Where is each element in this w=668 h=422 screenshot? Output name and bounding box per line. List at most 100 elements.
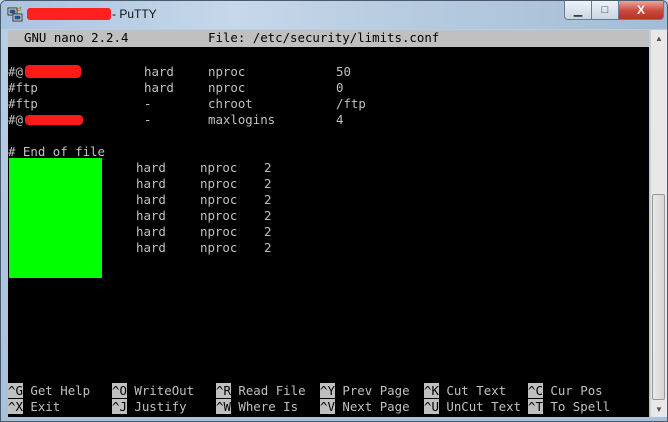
minimize-icon: ▁ bbox=[573, 4, 583, 17]
line-domain: #@ bbox=[8, 112, 23, 127]
entry-value: 2 bbox=[264, 192, 272, 207]
entry-type: hard bbox=[136, 176, 166, 191]
config-line: #@ hard nproc 50 bbox=[8, 64, 649, 80]
line-item: chroot bbox=[208, 96, 253, 111]
entry-line: hard nproc 2 bbox=[8, 240, 649, 256]
shortcut-key: ^K bbox=[424, 383, 439, 398]
minimize-button[interactable]: ▁ bbox=[564, 1, 592, 20]
shortcut-prev-page[interactable]: ^Y Prev Page bbox=[320, 383, 410, 399]
terminal-area[interactable]: GNU nano 2.2.4 File: /etc/security/limit… bbox=[8, 30, 649, 417]
shortcut-to-spell[interactable]: ^T To Spell bbox=[528, 399, 610, 415]
entry-value: 2 bbox=[264, 208, 272, 223]
putty-icon[interactable] bbox=[7, 6, 23, 22]
arrow-up-icon[interactable]: ▲ bbox=[651, 30, 667, 46]
line-value: 50 bbox=[336, 64, 351, 79]
nano-header: GNU nano 2.2.4 File: /etc/security/limit… bbox=[8, 30, 649, 47]
vertical-scrollbar[interactable]: ▲ ▼ bbox=[650, 30, 667, 417]
shortcut-uncut-text[interactable]: ^U UnCut Text bbox=[424, 399, 521, 415]
shortcut-label: WriteOut bbox=[134, 383, 195, 398]
shortcut-get-help[interactable]: ^G Get Help bbox=[8, 383, 90, 399]
shortcut-key: ^X bbox=[8, 399, 23, 414]
shortcut-label: Prev Page bbox=[342, 383, 410, 398]
shortcut-cut-text[interactable]: ^K Cut Text bbox=[424, 383, 506, 399]
nano-version: GNU nano 2.2.4 bbox=[24, 30, 129, 45]
shortcut-read-file[interactable]: ^R Read File bbox=[216, 383, 306, 399]
config-line: #ftp hard nproc 0 bbox=[8, 80, 649, 96]
entry-value: 2 bbox=[264, 176, 272, 191]
shortcut-key: ^O bbox=[112, 383, 127, 398]
entry-item: nproc bbox=[200, 224, 238, 239]
entry-item: nproc bbox=[200, 176, 238, 191]
line-value: 0 bbox=[336, 80, 344, 95]
window-title: - PuTTY bbox=[112, 7, 157, 21]
line-domain: #@ bbox=[8, 64, 23, 79]
shortcut-label: UnCut Text bbox=[446, 399, 521, 414]
arrow-down-icon[interactable]: ▼ bbox=[651, 401, 667, 417]
entry-item: nproc bbox=[200, 192, 238, 207]
shortcut-label: Where Is bbox=[238, 399, 299, 414]
title-bar[interactable]: - PuTTY ▁ □ X bbox=[1, 1, 667, 29]
line-value: 4 bbox=[336, 112, 344, 127]
entry-item: nproc bbox=[200, 160, 238, 175]
shortcut-label: Cur Pos bbox=[550, 383, 603, 398]
entry-line: hard nproc 2 bbox=[8, 176, 649, 192]
entry-line: hard nproc 2 bbox=[8, 224, 649, 240]
entry-value: 2 bbox=[264, 240, 272, 255]
shortcut-justify[interactable]: ^J Justify bbox=[112, 399, 187, 415]
putty-window: - PuTTY ▁ □ X GNU nano 2.2.4 File: /etc/… bbox=[0, 0, 668, 422]
line-item: maxlogins bbox=[208, 112, 276, 127]
shortcut-cur-pos[interactable]: ^C Cur Pos bbox=[528, 383, 603, 399]
entry-item: nproc bbox=[200, 240, 238, 255]
entry-type: hard bbox=[136, 224, 166, 239]
line-type: - bbox=[144, 112, 152, 127]
shortcut-label: Get Help bbox=[30, 383, 91, 398]
entry-line: hard nproc 2 bbox=[8, 208, 649, 224]
entry-value: 2 bbox=[264, 224, 272, 239]
title-redaction bbox=[27, 8, 111, 20]
line-value: /ftp bbox=[336, 96, 366, 111]
shortcut-key: ^C bbox=[528, 383, 543, 398]
entry-value: 2 bbox=[264, 160, 272, 175]
line-domain: #ftp bbox=[8, 96, 38, 111]
shortcut-label: Cut Text bbox=[446, 383, 507, 398]
config-line: #@ - maxlogins 4 bbox=[8, 112, 649, 128]
shortcut-key: ^J bbox=[112, 399, 127, 414]
maximize-button[interactable]: □ bbox=[591, 1, 619, 20]
close-button[interactable]: X bbox=[618, 1, 664, 20]
line-type: - bbox=[144, 96, 152, 111]
shortcut-key: ^G bbox=[8, 383, 23, 398]
maximize-icon: □ bbox=[601, 4, 609, 16]
file-name: File: /etc/security/limits.conf bbox=[208, 30, 440, 45]
redaction bbox=[25, 65, 81, 78]
scrollbar-thumb[interactable] bbox=[652, 194, 665, 400]
shortcut-key: ^R bbox=[216, 383, 231, 398]
config-line: #ftp - chroot /ftp bbox=[8, 96, 649, 112]
shortcut-label: Justify bbox=[134, 399, 187, 414]
entry-line: hard nproc 2 bbox=[8, 192, 649, 208]
entry-type: hard bbox=[136, 192, 166, 207]
shortcut-row: ^X Exit ^J Justify ^W Where Is ^V Next P… bbox=[8, 399, 649, 415]
shortcut-row: ^G Get Help ^O WriteOut ^R Read File ^Y … bbox=[8, 383, 649, 399]
line-type: hard bbox=[144, 80, 174, 95]
shortcut-key: ^Y bbox=[320, 383, 335, 398]
entry-line: hard nproc 2 bbox=[8, 160, 649, 176]
shortcut-label: Next Page bbox=[342, 399, 410, 414]
shortcut-writeout[interactable]: ^O WriteOut bbox=[112, 383, 194, 399]
shortcut-next-page[interactable]: ^V Next Page bbox=[320, 399, 410, 415]
line-domain: #ftp bbox=[8, 80, 38, 95]
line-item: nproc bbox=[208, 64, 246, 79]
shortcut-label: To Spell bbox=[550, 399, 611, 414]
shortcut-key: ^U bbox=[424, 399, 439, 414]
shortcut-key: ^V bbox=[320, 399, 335, 414]
entry-type: hard bbox=[136, 160, 166, 175]
line-type: hard bbox=[144, 64, 174, 79]
shortcut-label: Exit bbox=[30, 399, 61, 414]
line-item: nproc bbox=[208, 80, 246, 95]
redaction bbox=[25, 115, 83, 125]
shortcut-where-is[interactable]: ^W Where Is bbox=[216, 399, 298, 415]
close-icon: X bbox=[636, 3, 645, 17]
shortcut-key: ^W bbox=[216, 399, 231, 414]
entry-type: hard bbox=[136, 240, 166, 255]
entry-type: hard bbox=[136, 208, 166, 223]
shortcut-exit[interactable]: ^X Exit bbox=[8, 399, 60, 415]
